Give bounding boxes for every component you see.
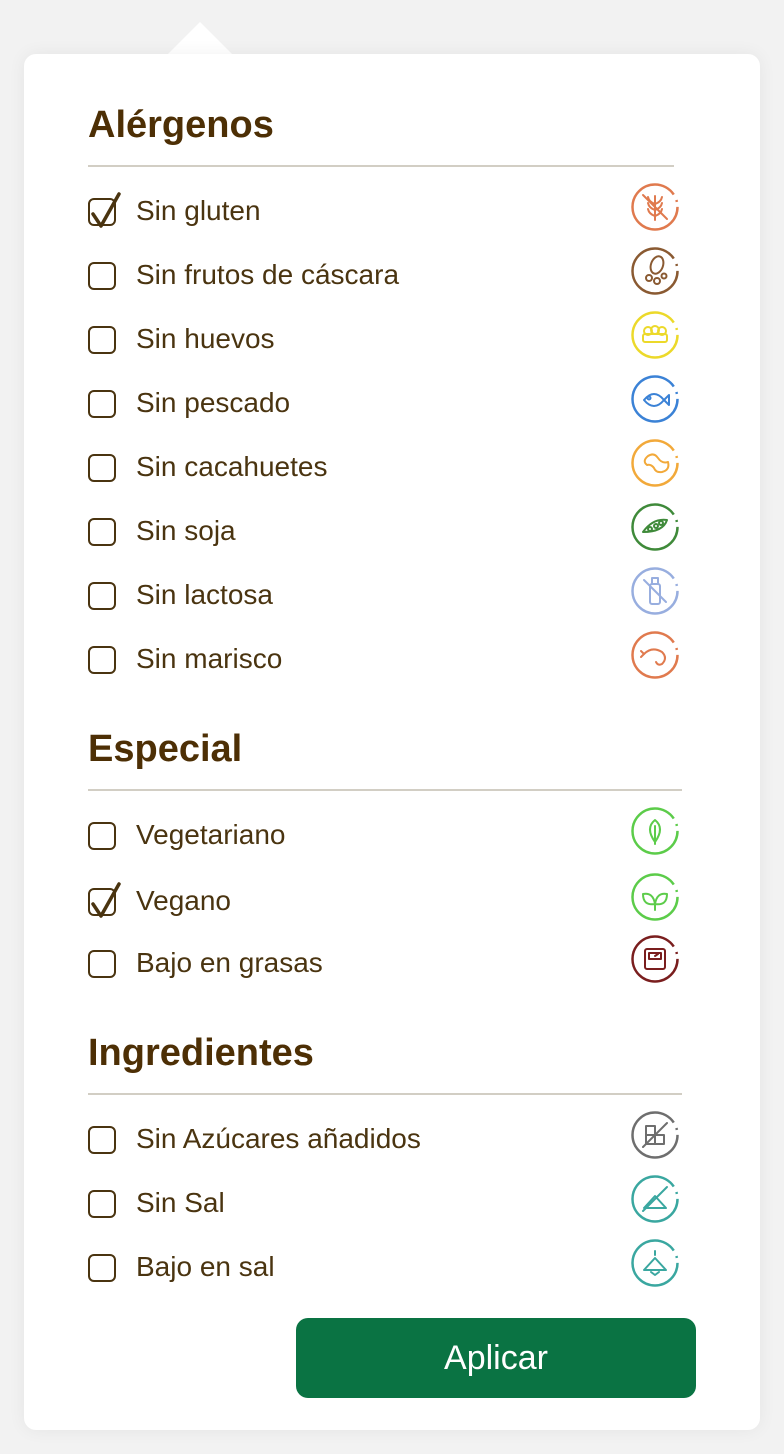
scale-icon — [630, 934, 680, 984]
section-title-especial: Especial — [88, 728, 243, 770]
checkbox[interactable] — [88, 882, 121, 918]
checkbox[interactable] — [88, 518, 116, 546]
option-label: Sin marisco — [136, 643, 283, 674]
filter-option-vegano[interactable]: Vegano — [88, 872, 682, 928]
section-divider — [88, 1093, 682, 1095]
option-label: Sin gluten — [136, 195, 261, 226]
filter-option-bajo-en-grasas[interactable]: Bajo en grasas — [88, 934, 682, 990]
filter-option-sin-marisco[interactable]: Sin marisco — [88, 630, 682, 686]
wheat-icon — [630, 182, 680, 232]
option-label: Sin Azúcares añadidos — [136, 1123, 421, 1154]
shrimp-icon — [630, 630, 680, 680]
checkbox[interactable] — [88, 192, 121, 228]
filter-option-sin-frutos-de-cascara[interactable]: Sin frutos de cáscara — [88, 246, 682, 302]
checkbox[interactable] — [88, 950, 116, 978]
filter-option-vegetariano[interactable]: Vegetariano — [88, 806, 682, 862]
section-divider — [88, 789, 682, 791]
checkbox[interactable] — [88, 390, 116, 418]
option-label: Sin frutos de cáscara — [136, 259, 400, 290]
option-label: Sin soja — [136, 515, 236, 546]
option-label: Sin cacahuetes — [136, 451, 328, 482]
section-divider — [88, 165, 674, 167]
no-salt-icon — [630, 1174, 680, 1224]
option-label: Sin lactosa — [136, 579, 273, 610]
checkbox[interactable] — [88, 1254, 116, 1282]
filter-option-sin-huevos[interactable]: Sin huevos — [88, 310, 682, 366]
soy-icon — [630, 502, 680, 552]
checkbox[interactable] — [88, 454, 116, 482]
section-title-ingredientes: Ingredientes — [88, 1032, 314, 1074]
option-label: Bajo en grasas — [136, 947, 323, 978]
filter-option-bajo-en-sal[interactable]: Bajo en sal — [88, 1238, 682, 1294]
checkbox[interactable] — [88, 1190, 116, 1218]
leaf-icon — [630, 806, 680, 856]
checkbox[interactable] — [88, 326, 116, 354]
filter-option-sin-soja[interactable]: Sin soja — [88, 502, 682, 558]
checkbox[interactable] — [88, 822, 116, 850]
apply-button[interactable]: Aplicar — [296, 1318, 696, 1398]
leaves-icon — [630, 872, 680, 922]
eggs-icon — [630, 310, 680, 360]
filter-option-sin-lactosa[interactable]: Sin lactosa — [88, 566, 682, 622]
option-label: Sin huevos — [136, 323, 275, 354]
filter-option-sin-pescado[interactable]: Sin pescado — [88, 374, 682, 430]
option-label: Vegano — [136, 885, 231, 916]
fish-icon — [630, 374, 680, 424]
option-label: Sin Sal — [136, 1187, 225, 1218]
salt-pile-icon — [630, 1238, 680, 1288]
checkbox[interactable] — [88, 262, 116, 290]
filter-option-sin-gluten[interactable]: Sin gluten — [88, 182, 682, 238]
sugar-cubes-icon — [630, 1110, 680, 1160]
filter-option-sin-azucares-anadidos[interactable]: Sin Azúcares añadidos — [88, 1110, 682, 1166]
peanut-icon — [630, 438, 680, 488]
option-label: Vegetariano — [136, 819, 286, 850]
section-title-alergenos: Alérgenos — [88, 104, 274, 146]
milk-bottle-icon — [630, 566, 680, 616]
nuts-icon — [630, 246, 680, 296]
option-label: Sin pescado — [136, 387, 291, 418]
checkbox[interactable] — [88, 1126, 116, 1154]
checkbox[interactable] — [88, 582, 116, 610]
popover-caret — [166, 22, 234, 56]
option-label: Bajo en sal — [136, 1251, 275, 1282]
checkbox[interactable] — [88, 646, 116, 674]
filter-option-sin-cacahuetes[interactable]: Sin cacahuetes — [88, 438, 682, 494]
filter-option-sin-sal[interactable]: Sin Sal — [88, 1174, 682, 1230]
